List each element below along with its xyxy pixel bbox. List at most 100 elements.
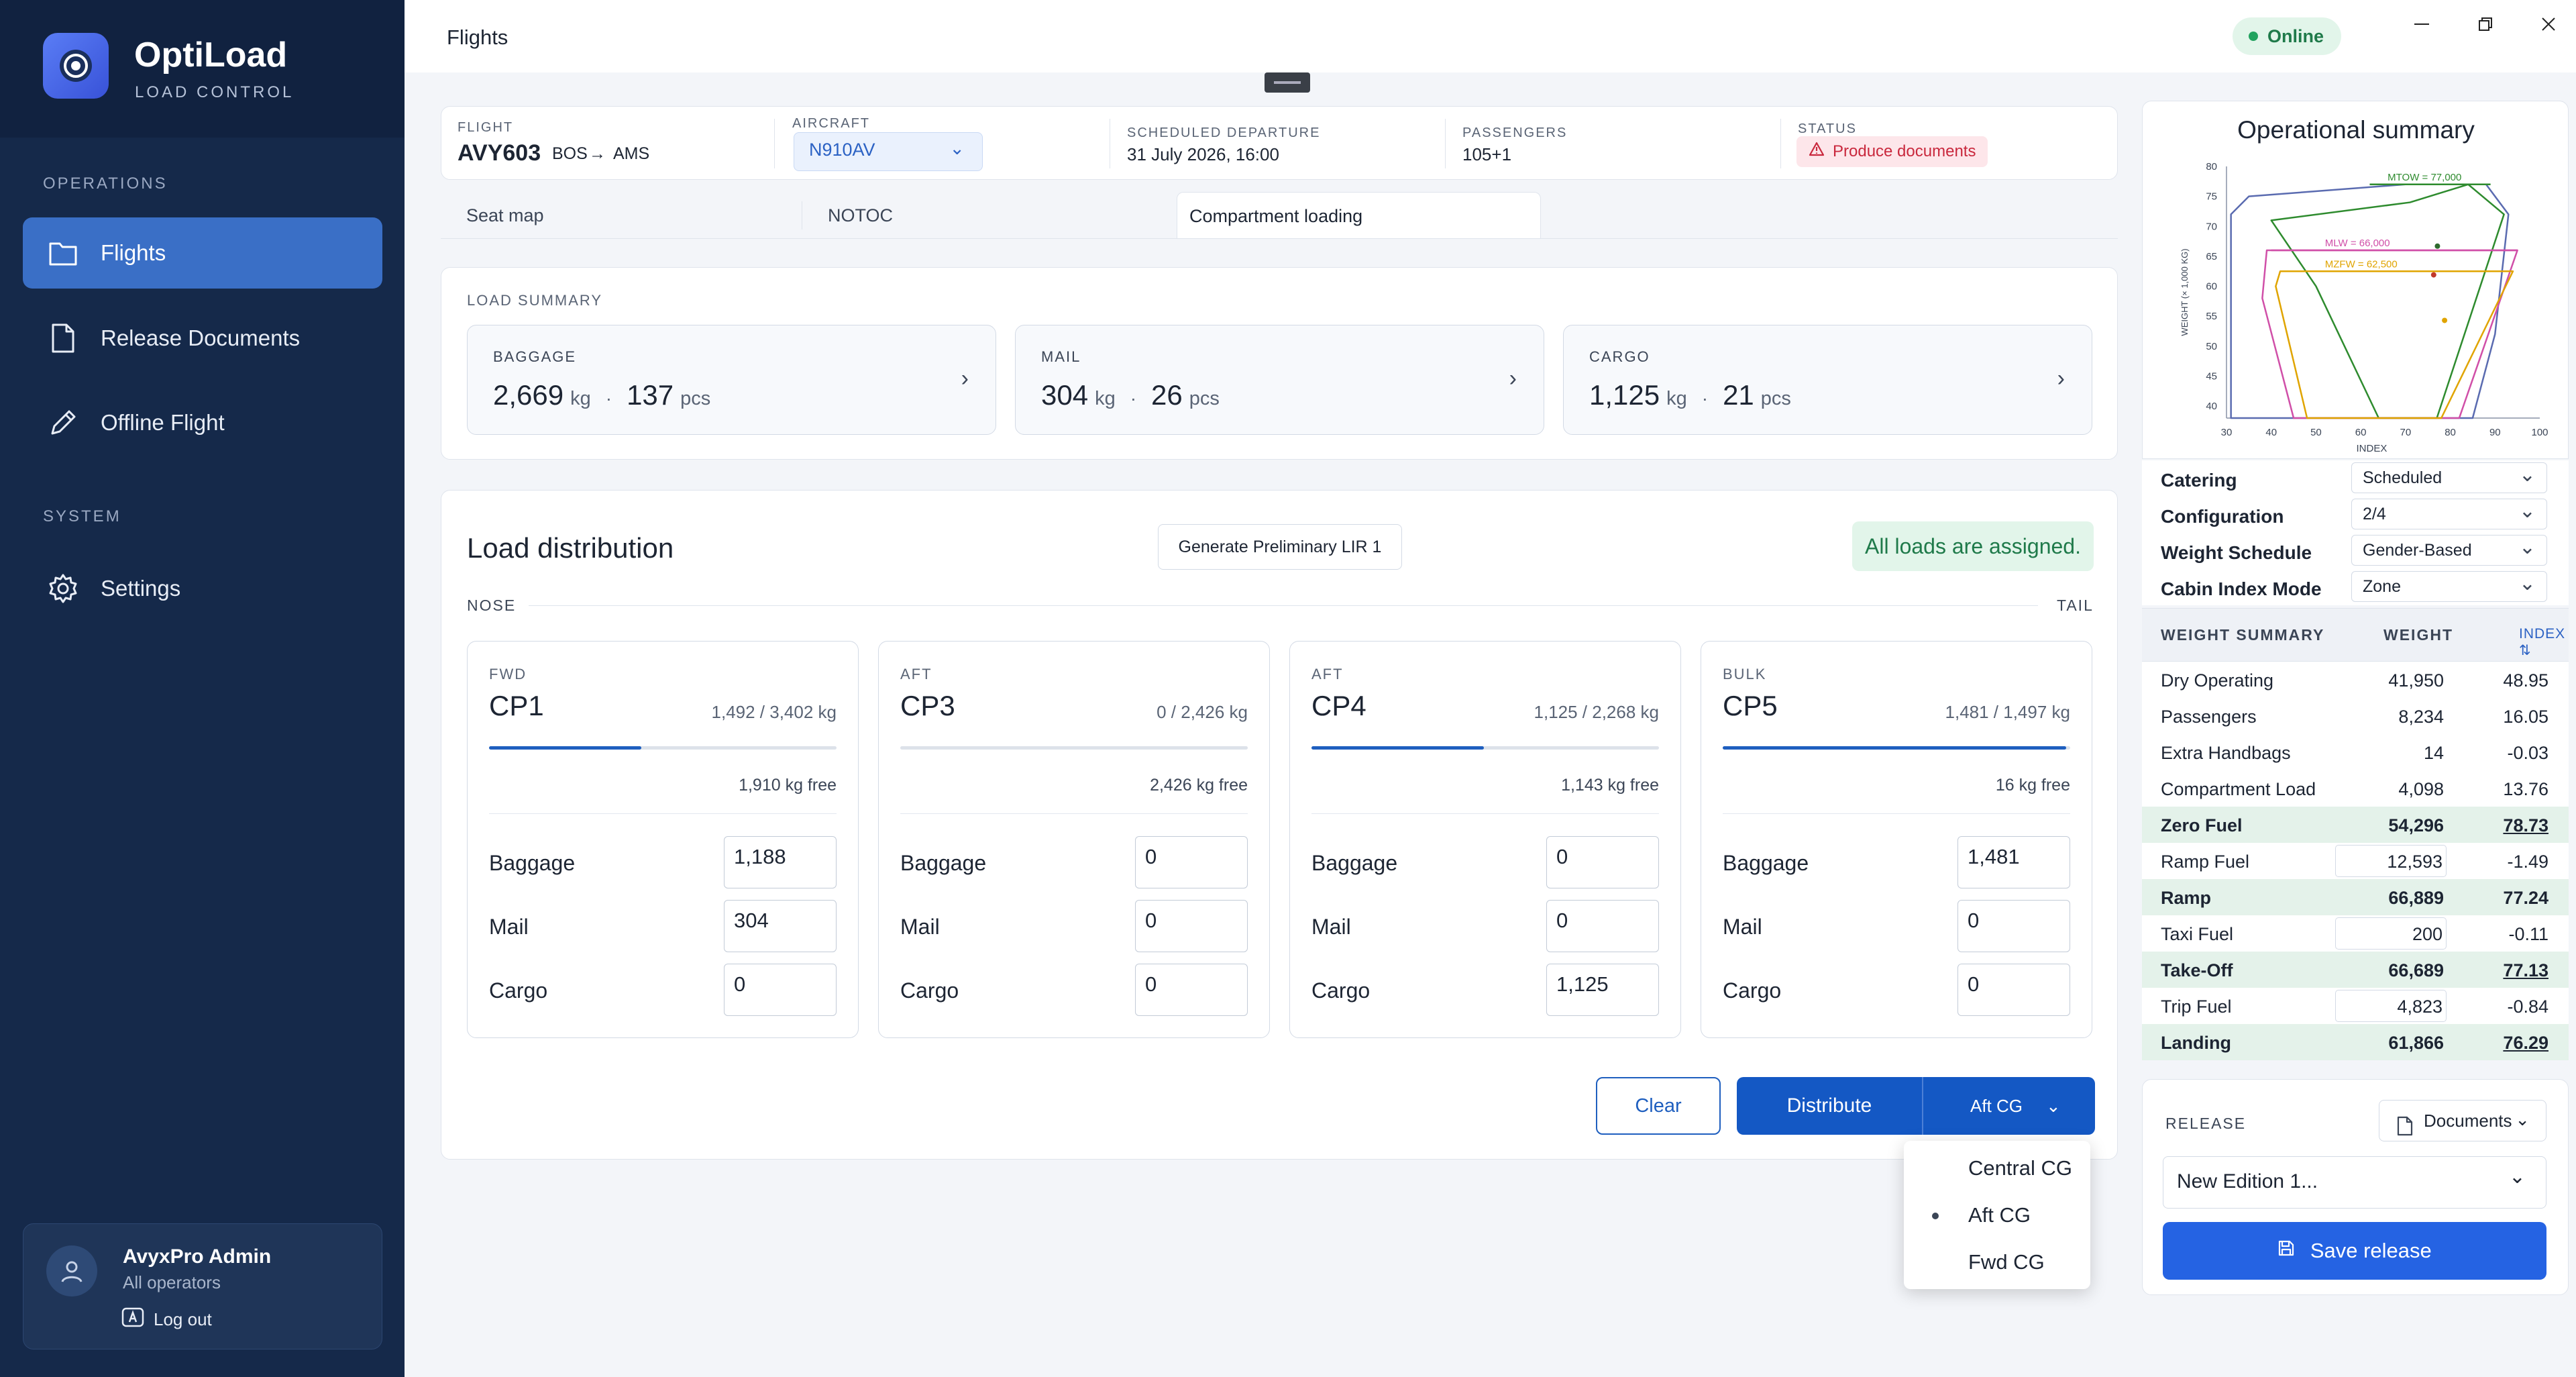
card-pcs: 137 [627,379,674,411]
row-label: Cargo [1723,978,1782,1003]
y-tick-label: 60 [2206,281,2217,293]
row-label: Mail [900,915,940,939]
cg-mode-dropdown[interactable]: Aft CG [1923,1077,2095,1135]
close-icon[interactable] [2535,11,2562,38]
chevron-down-icon: ⌄ [2515,1109,2530,1129]
row-weight[interactable]: 200 [2412,924,2443,945]
load-summary-card-baggage[interactable]: BAGGAGE 2,669 kg · 137 pcs › [467,325,996,435]
compartment-capacity: 1,492 / 3,402 kg [711,702,837,722]
folder-icon [44,234,82,272]
row-index[interactable]: 76.29 [2503,1033,2548,1054]
compartment-free: 1,910 kg free [739,776,837,795]
load-summary-card-mail[interactable]: MAIL 304 kg · 26 pcs › [1015,325,1544,435]
card-pcs-unit: pcs [1189,388,1220,409]
restore-icon[interactable] [2472,11,2499,38]
tab-notoc[interactable]: NOTOC [802,201,1177,230]
tail-label: TAIL [2057,597,2094,614]
sidebar-item-offline-flight[interactable]: Offline Flight [23,387,382,458]
cg-option-aft[interactable]: Aft CG [1904,1192,2090,1239]
tab-compartment-loading[interactable]: Compartment loading [1177,192,1541,239]
online-status-badge: Online [2233,17,2342,55]
sidebar-item-release-documents[interactable]: Release Documents [23,303,382,374]
weight-summary-header: WEIGHT SUMMARY WEIGHT INDEX ⇅ [2142,608,2569,662]
row-index: 13.76 [2503,779,2548,799]
cargo-input[interactable]: 0 [1135,964,1248,1016]
weight-schedule-select[interactable]: Gender-Based [2351,535,2547,566]
top-bar: Flights Online [405,0,2576,72]
card-label: MAIL [1041,348,1081,365]
compartment-fill [489,746,642,750]
weight-summary-title: WEIGHT SUMMARY [2161,626,2325,644]
mail-input[interactable]: 304 [724,900,837,952]
row-weight[interactable]: 12,593 [2387,852,2443,872]
cg-point [2442,317,2448,323]
row-label: Baggage [1311,851,1398,875]
cargo-input[interactable]: 0 [724,964,837,1016]
nose-label: NOSE [467,597,517,614]
documents-dropdown[interactable]: Documents ⌄ [2379,1100,2546,1141]
logout-icon [121,1307,144,1332]
load-summary-card-cargo[interactable]: CARGO 1,125 kg · 21 pcs › [1563,325,2092,435]
assigned-message: All loads are assigned. [1852,521,2094,571]
status-badge[interactable]: Produce documents [1796,136,1988,167]
chevron-down-icon[interactable]: ⌄ [2046,1077,2061,1135]
configuration-select[interactable]: 2/4 [2351,499,2547,529]
cargo-input[interactable]: 0 [1957,964,2070,1016]
cg-mode-menu: Central CG Aft CG Fwd CG [1904,1141,2090,1289]
release-panel: RELEASE Documents ⌄ New Edition 1... ⌄ S… [2142,1079,2569,1295]
card-kg: 304 [1041,379,1089,411]
cabin-index-mode-select[interactable]: Zone [2351,571,2547,602]
generate-lir-button[interactable]: Generate Preliminary LIR 1 [1158,524,1402,570]
edition-select[interactable]: New Edition 1... ⌄ [2163,1156,2546,1209]
cargo-row: Cargo 0 [900,964,1248,1017]
row-weight: 8,234 [2398,707,2444,727]
user-avatar-icon [46,1245,97,1296]
row-index[interactable]: 77.13 [2503,960,2548,981]
index-column-header-sort[interactable]: INDEX ⇅ [2519,626,2569,659]
passengers-label: PASSENGERS [1462,125,1568,140]
divider [1780,119,1781,168]
compartment-name: CP4 [1311,690,1366,721]
config-label: Configuration [2161,506,2284,527]
card-pcs: 26 [1151,379,1183,411]
row-index: 48.95 [2503,670,2548,691]
row-weight: 66,889 [2388,888,2444,908]
weight-summary-row: Landing 61,866 76.29 [2142,1024,2569,1060]
tab-seat-map[interactable]: Seat map [441,192,816,239]
compartment-capacity: 1,125 / 2,268 kg [1534,702,1659,722]
compartment-fill-bar [489,746,837,750]
baggage-input[interactable]: 1,481 [1957,836,2070,888]
mail-input[interactable]: 0 [1546,900,1659,952]
chevron-down-icon: ⌄ [949,138,965,158]
row-weight[interactable]: 4,823 [2397,997,2443,1017]
baggage-input[interactable]: 1,188 [724,836,837,888]
limit-label: MZFW = 62,500 [2325,258,2398,270]
clear-button[interactable]: Clear [1596,1077,1721,1135]
cg-option-fwd[interactable]: Fwd CG [1904,1239,2090,1286]
row-index[interactable]: 78.73 [2503,815,2548,836]
card-label: CARGO [1589,348,1650,365]
row-name: Trip Fuel [2161,997,2232,1017]
sidebar-item-flights[interactable]: Flights [23,217,382,289]
compartment-name: CP5 [1723,690,1778,721]
row-name: Passengers [2161,707,2257,727]
aircraft-select[interactable]: N910AV ⌄ [794,132,983,171]
separator-dot: · [1701,388,1709,409]
logout-button[interactable]: Log out [121,1307,212,1332]
limit-label: MLW = 66,000 [2325,238,2390,249]
warning-icon [1809,136,1825,167]
row-index: -0.03 [2507,743,2548,763]
page-title: Flights [447,26,508,49]
distribute-button[interactable]: Distribute [1737,1077,1922,1135]
mail-input[interactable]: 0 [1135,900,1248,952]
save-release-button[interactable]: Save release [2163,1222,2546,1280]
cargo-input[interactable]: 1,125 [1546,964,1659,1016]
mail-input[interactable]: 0 [1957,900,2070,952]
baggage-input[interactable]: 0 [1546,836,1659,888]
cg-option-central[interactable]: Central CG [1904,1145,2090,1192]
minimize-icon[interactable] [2408,11,2435,38]
baggage-input[interactable]: 0 [1135,836,1248,888]
drag-handle[interactable] [1265,72,1310,93]
sidebar-item-settings[interactable]: Settings [23,553,382,624]
catering-select[interactable]: Scheduled [2351,462,2547,493]
